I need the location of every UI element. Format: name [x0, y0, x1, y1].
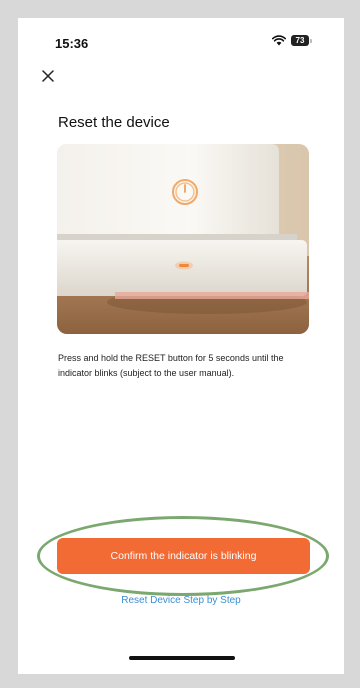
battery-tip [310, 38, 312, 43]
close-button[interactable] [40, 68, 56, 84]
status-icons: 73 [272, 35, 312, 46]
status-bar: 15:36 73 [18, 18, 344, 58]
device-photo [57, 144, 309, 334]
home-indicator [129, 656, 235, 660]
battery-icon: 73 [291, 35, 312, 46]
status-time: 15:36 [55, 36, 89, 51]
battery-level: 73 [291, 35, 309, 46]
wifi-icon [272, 35, 286, 46]
close-icon [42, 70, 54, 82]
reset-step-by-step-link[interactable]: Reset Device Step by Step [18, 595, 344, 606]
confirm-blinking-button[interactable]: Confirm the indicator is blinking [57, 538, 310, 574]
app-screen: 15:36 73 Reset the device Press and hold… [18, 18, 344, 674]
device-illustration [57, 144, 309, 334]
instruction-text: Press and hold the RESET button for 5 se… [58, 353, 284, 378]
page-title: Reset the device [58, 114, 170, 131]
